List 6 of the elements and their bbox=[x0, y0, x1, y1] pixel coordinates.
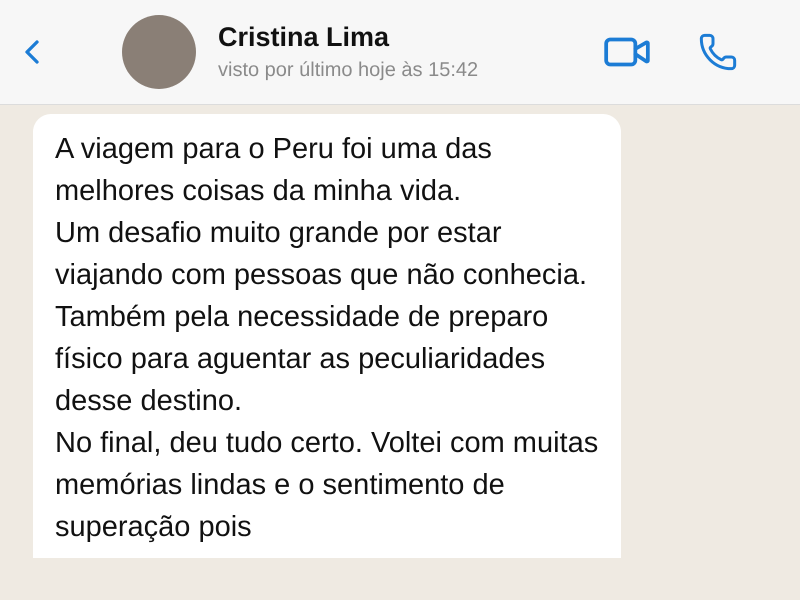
contact-name: Cristina Lima bbox=[218, 20, 390, 54]
last-seen-status: visto por último hoje às 15:42 bbox=[218, 58, 478, 84]
message-text: No final, deu tudo certo. Voltei com muitas memórias lindas e o sentimento de superação pois bbox=[55, 426, 600, 545]
message-text: A viagem para o Peru foi uma das melhores coisas da minha vida. bbox=[55, 132, 493, 209]
message-text: Um desafio muito grande por estar viajando com pessoas que não conhecia. Também pela necessidade de preparo físico para aguentar as peculiaridades desse destino. bbox=[55, 216, 588, 419]
voice-call-button[interactable] bbox=[698, 32, 738, 72]
